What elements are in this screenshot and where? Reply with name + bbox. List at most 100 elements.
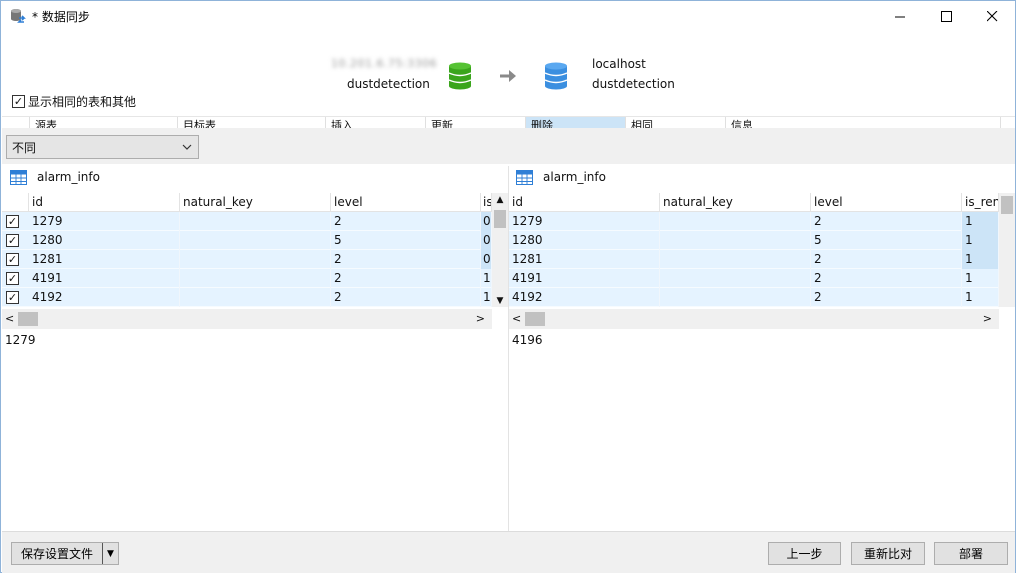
table-row[interactable]: ✓ 1280 5 0 [2,231,508,250]
table-row[interactable]: 1281 2 1 [509,250,1015,269]
show-same-tables-option[interactable]: ✓ 显示相同的表和其他 [12,93,136,110]
minimize-button[interactable] [877,1,923,32]
scroll-down-icon[interactable]: ▼ [492,296,508,306]
left-header-id[interactable]: id [29,193,180,212]
sync-window: * 数据同步 10.201.6.75:3306 dustdetection lo… [0,0,1016,573]
left-detail-value: 1279 [5,333,36,347]
summary-col-insert[interactable]: 插入 [326,117,426,128]
summary-col-info[interactable]: 信息 [726,117,1001,128]
cell-level: 2 [811,269,962,288]
previous-step-label: 上一步 [786,547,823,561]
source-host: 10.201.6.75:3306 [331,57,438,70]
table-row[interactable]: 4191 2 1 [509,269,1015,288]
save-settings-button[interactable]: 保存设置文件 ▼ [11,542,119,565]
cell-natural-key [180,250,331,269]
close-icon [986,11,997,22]
cell-natural-key [180,212,331,231]
deploy-button[interactable]: 部署 [934,542,1008,565]
summary-col-delete[interactable]: 删除 [526,117,626,128]
scroll-right-icon[interactable]: > [476,312,485,325]
left-horizontal-scrollbar[interactable]: < > [2,309,492,329]
cell-level: 2 [331,288,481,307]
cell-id: 1279 [509,212,660,231]
cell-is: 0 [481,212,492,231]
right-pane-title: alarm_info [516,167,606,187]
target-database-icon [544,62,568,90]
right-vscroll-thumb[interactable] [1001,196,1013,214]
table-row[interactable]: 1280 5 1 [509,231,1015,250]
cell-id: 1279 [29,212,180,231]
cell-level: 5 [331,231,481,250]
summary-row-indicator [2,117,30,128]
left-hscroll-thumb[interactable] [18,312,38,326]
cell-level: 2 [811,250,962,269]
chevron-down-icon [182,144,192,150]
left-header-level[interactable]: level [331,193,481,212]
left-data-grid[interactable]: id natural_key level is ✓ 1279 2 0 ✓ 128… [2,193,508,307]
summary-col-target[interactable]: 目标表 [178,117,326,128]
save-settings-dropdown-icon[interactable]: ▼ [102,543,118,564]
right-header-is-ren[interactable]: is_ren [962,193,999,212]
source-database-icon [448,62,472,90]
cell-is-ren: 1 [962,288,999,307]
right-grid-header: id natural_key level is_ren [509,193,1015,212]
left-header-natural-key[interactable]: natural_key [180,193,331,212]
cell-id: 1280 [29,231,180,250]
left-vscroll-thumb[interactable] [494,210,506,228]
left-table-name: alarm_info [37,170,100,184]
row-checkbox[interactable]: ✓ [6,272,19,285]
previous-step-button[interactable]: 上一步 [768,542,841,565]
cell-level: 2 [331,250,481,269]
maximize-icon [940,11,952,22]
cell-is: 1 [481,288,492,307]
cell-id: 4191 [29,269,180,288]
summary-col-same[interactable]: 相同 [626,117,726,128]
right-vertical-scrollbar[interactable] [999,193,1015,307]
table-row[interactable]: ✓ 1279 2 0 [2,212,508,231]
right-data-grid[interactable]: id natural_key level is_ren 1279 2 1 128… [509,193,1015,307]
left-vertical-scrollbar[interactable]: ▲ ▼ [492,193,508,307]
table-row[interactable]: ✓ 4191 2 1 [2,269,508,288]
scroll-left-icon[interactable]: < [5,312,14,325]
cell-level: 2 [331,212,481,231]
cell-natural-key [180,288,331,307]
left-pane-title: alarm_info [10,167,100,187]
row-checkbox[interactable]: ✓ [6,291,19,304]
scroll-up-icon[interactable]: ▲ [492,195,508,205]
left-header-is[interactable]: is [481,193,492,212]
window-title: * 数据同步 [32,10,90,24]
recompare-label: 重新比对 [863,547,912,561]
close-button[interactable] [969,1,1015,32]
recompare-button[interactable]: 重新比对 [851,542,925,565]
table-row[interactable]: ✓ 4192 2 1 [2,288,508,307]
cell-is: 1 [481,269,492,288]
scroll-left-icon[interactable]: < [512,312,521,325]
table-row[interactable]: 1279 2 1 [509,212,1015,231]
right-horizontal-scrollbar[interactable]: < > [509,309,999,329]
diff-filter-dropdown[interactable]: 不同 [6,135,199,159]
cell-id: 4191 [509,269,660,288]
cell-is-ren: 1 [962,212,999,231]
right-header-level[interactable]: level [811,193,962,212]
left-grid-header: id natural_key level is [2,193,508,212]
right-header-natural-key[interactable]: natural_key [660,193,811,212]
scroll-right-icon[interactable]: > [983,312,992,325]
right-hscroll-thumb[interactable] [525,312,545,326]
cell-id: 1281 [29,250,180,269]
row-checkbox[interactable]: ✓ [6,253,19,266]
row-checkbox[interactable]: ✓ [6,215,19,228]
row-checkbox[interactable]: ✓ [6,234,19,247]
show-same-tables-checkbox[interactable]: ✓ [12,95,25,108]
minimize-icon [894,16,905,18]
table-icon [10,169,27,185]
summary-col-update[interactable]: 更新 [426,117,526,128]
maximize-button[interactable] [923,1,969,32]
sync-direction-arrow-icon [500,70,516,82]
cell-id: 1281 [509,250,660,269]
table-row[interactable]: ✓ 1281 2 0 [2,250,508,269]
summary-col-source[interactable]: 源表 [30,117,178,128]
table-row[interactable]: 4192 2 1 [509,288,1015,307]
right-table-name: alarm_info [543,170,606,184]
cell-is-ren: 1 [962,269,999,288]
right-header-id[interactable]: id [509,193,660,212]
